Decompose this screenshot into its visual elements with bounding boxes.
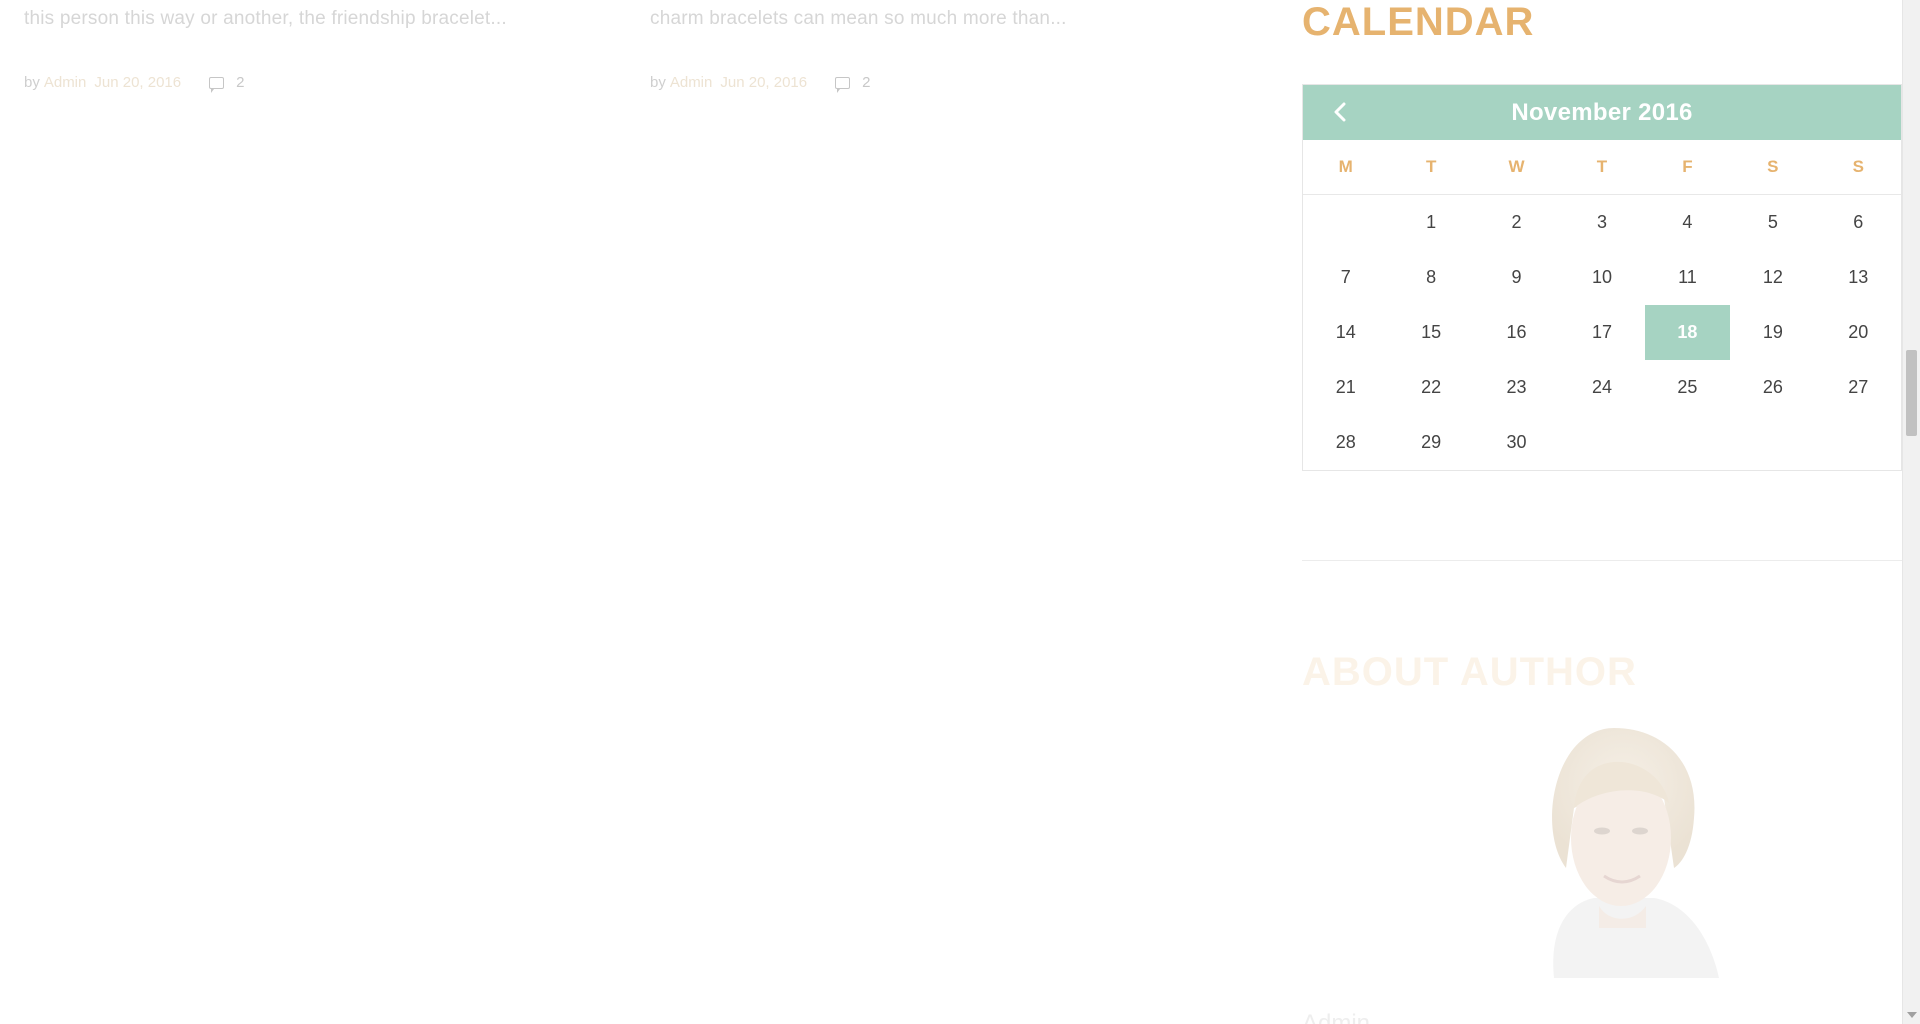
calendar-day[interactable]: 21 [1303, 360, 1388, 415]
weekday-label: W [1508, 157, 1525, 176]
calendar-day[interactable]: 7 [1303, 250, 1388, 305]
calendar-weekday-row: MTWTFSS [1303, 140, 1901, 195]
chevron-left-icon [1334, 102, 1346, 122]
calendar-day[interactable]: 11 [1645, 250, 1730, 305]
calendar-day[interactable]: 3 [1559, 195, 1644, 250]
calendar-day[interactable]: 26 [1730, 360, 1815, 415]
weekday-label: S [1852, 157, 1864, 176]
author-name: Admin [1302, 1010, 1371, 1024]
calendar-day[interactable]: 22 [1388, 360, 1473, 415]
author-photo [1552, 728, 1719, 978]
sidebar-divider [1302, 560, 1902, 561]
post-date: Jun 20, 2016 [720, 74, 808, 91]
post-by-label: by [650, 74, 666, 91]
calendar-day[interactable]: 27 [1816, 360, 1901, 415]
calendar-day[interactable]: 8 [1388, 250, 1473, 305]
calendar-empty-cell [1303, 195, 1388, 250]
post-excerpt: this person this way or another, the fri… [24, 8, 507, 29]
calendar-widget: November 2016 MTWTFSS 1 2 3 4 5 6 7 8 9 10 11 12 13 1… [1302, 84, 1902, 471]
scroll-down-arrow-icon[interactable] [1907, 1012, 1917, 1018]
calendar-day[interactable]: 10 [1559, 250, 1644, 305]
calendar-day[interactable]: 20 [1816, 305, 1901, 360]
calendar-month-label: November 2016 [1511, 98, 1693, 126]
weekday-label: T [1425, 157, 1437, 176]
scrollbar-thumb[interactable] [1906, 350, 1917, 436]
weekday-label: M [1338, 157, 1353, 176]
weekday-label: T [1596, 157, 1608, 176]
post-meta: by Admin Jun 20, 2016 2 [24, 74, 244, 93]
about-author-title: ABOUT AUTHOR [1302, 650, 1637, 694]
calendar-day[interactable]: 29 [1388, 415, 1473, 470]
calendar-day-selected[interactable]: 18 [1644, 305, 1731, 360]
calendar-day[interactable]: 2 [1474, 195, 1559, 250]
post-excerpt: charm bracelets can mean so much more th… [650, 8, 1067, 29]
post-by-label: by [24, 74, 40, 91]
comment-icon [835, 76, 851, 93]
calendar-widget-title: CALENDAR [1302, 0, 1535, 44]
calendar-day[interactable]: 14 [1303, 305, 1388, 360]
calendar-day[interactable]: 9 [1474, 250, 1559, 305]
page: this person this way or another, the fri… [0, 0, 1902, 1024]
page-scrollbar[interactable] [1902, 0, 1920, 1024]
calendar-day[interactable]: 1 [1388, 195, 1473, 250]
calendar-day[interactable]: 19 [1730, 305, 1815, 360]
comment-count[interactable]: 2 [862, 74, 870, 91]
calendar-prev-button[interactable] [1325, 97, 1355, 127]
calendar-day[interactable]: 17 [1559, 305, 1644, 360]
calendar-header: November 2016 [1303, 85, 1901, 140]
comment-icon [209, 76, 225, 93]
weekday-label: F [1682, 157, 1693, 176]
post-author-link[interactable]: Admin [670, 74, 713, 91]
calendar-day[interactable]: 12 [1730, 250, 1815, 305]
calendar-day[interactable]: 30 [1474, 415, 1559, 470]
calendar-day-grid: 1 2 3 4 5 6 7 8 9 10 11 12 13 14 15 16 17 18 19 20 21 22 23 24 2… [1303, 195, 1901, 470]
calendar-day[interactable]: 6 [1816, 195, 1901, 250]
post-author-link[interactable]: Admin [44, 74, 87, 91]
weekday-label: S [1767, 157, 1779, 176]
calendar-day[interactable]: 13 [1816, 250, 1901, 305]
calendar-day[interactable]: 25 [1645, 360, 1730, 415]
post-meta: by Admin Jun 20, 2016 2 [650, 74, 870, 93]
calendar-day[interactable]: 24 [1559, 360, 1644, 415]
calendar-day[interactable]: 4 [1645, 195, 1730, 250]
comment-count[interactable]: 2 [236, 74, 244, 91]
calendar-day[interactable]: 5 [1730, 195, 1815, 250]
calendar-day[interactable]: 28 [1303, 415, 1388, 470]
post-date: Jun 20, 2016 [94, 74, 182, 91]
calendar-day[interactable]: 23 [1474, 360, 1559, 415]
calendar-day[interactable]: 16 [1474, 305, 1559, 360]
calendar-day[interactable]: 15 [1388, 305, 1473, 360]
